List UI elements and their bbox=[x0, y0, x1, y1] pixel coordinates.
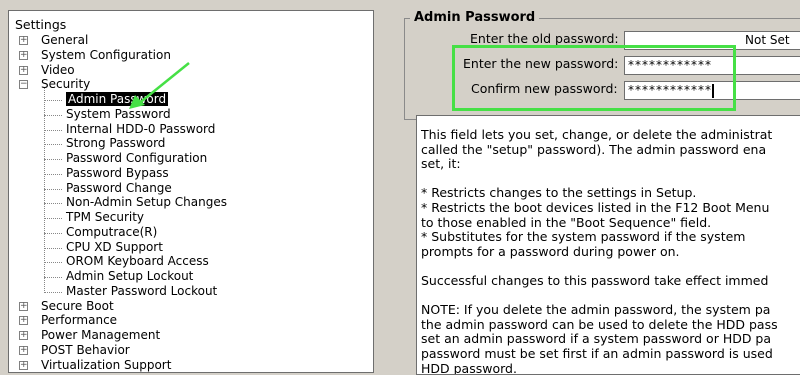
tree-connector bbox=[44, 233, 62, 234]
tree-subitem-label: Password Change bbox=[66, 181, 172, 195]
tree-subitem-label: OROM Keyboard Access bbox=[66, 254, 209, 268]
tree-item-label: System Configuration bbox=[41, 48, 171, 62]
tree-connector bbox=[44, 88, 45, 291]
tree-connector bbox=[44, 262, 62, 263]
tree-subitem[interactable]: Password Change bbox=[66, 181, 172, 196]
tree-connector bbox=[44, 292, 62, 293]
tree-item[interactable]: + Performance bbox=[19, 313, 117, 328]
tree-item-label: Video bbox=[41, 63, 75, 77]
help-text-line: This field lets you set, change, or dele… bbox=[421, 128, 800, 143]
group-title: Admin Password bbox=[410, 10, 539, 25]
expand-icon[interactable]: + bbox=[19, 316, 28, 325]
tree-subitem[interactable]: Computrace(R) bbox=[66, 225, 157, 240]
help-text-line: NOTE: If you delete the admin password, … bbox=[421, 303, 800, 318]
help-text-line: set, it: bbox=[421, 157, 800, 172]
tree-item-label: General bbox=[41, 33, 88, 47]
tree-connector bbox=[44, 189, 62, 190]
expand-icon[interactable]: + bbox=[19, 331, 28, 340]
help-text-line: * Restricts changes to the settings in S… bbox=[421, 186, 800, 201]
old-password-value: Not Set bbox=[745, 32, 790, 49]
help-text-line: password must be set first if an admin p… bbox=[421, 347, 800, 362]
tree-item[interactable]: + POST Behavior bbox=[19, 343, 130, 358]
old-password-label: Enter the old password: bbox=[470, 31, 619, 46]
tree-connector bbox=[44, 144, 62, 145]
tree-item-label: Security bbox=[41, 77, 90, 91]
tree-item-security[interactable]: − Security bbox=[19, 77, 90, 92]
tree-connector bbox=[44, 248, 62, 249]
expand-icon[interactable]: + bbox=[19, 302, 28, 311]
tree-connector bbox=[44, 218, 62, 219]
tree-item[interactable]: + Secure Boot bbox=[19, 299, 114, 314]
tree-connector bbox=[44, 115, 62, 116]
tree-connector bbox=[44, 277, 62, 278]
tree-subitem[interactable]: OROM Keyboard Access bbox=[66, 254, 209, 269]
tree-subitem-label: Password Configuration bbox=[66, 151, 207, 165]
tree-subitem[interactable]: Internal HDD-0 Password bbox=[66, 122, 215, 137]
tree-item-label: Power Management bbox=[41, 328, 160, 342]
tree-subitem-label: Non-Admin Setup Changes bbox=[66, 195, 227, 209]
detail-panel: Admin Password Enter the old password: N… bbox=[380, 0, 800, 371]
tree-subitem-label: TPM Security bbox=[66, 210, 144, 224]
tree-item-label: Secure Boot bbox=[41, 299, 114, 313]
tree-subitem-label: Internal HDD-0 Password bbox=[66, 122, 215, 136]
help-blank-line bbox=[421, 259, 800, 274]
help-text-panel: This field lets you set, change, or dele… bbox=[416, 115, 800, 375]
tree-subitem-label: Admin Setup Lockout bbox=[66, 269, 193, 283]
green-arrow-annotation bbox=[127, 61, 193, 111]
tree-subitem[interactable]: CPU XD Support bbox=[66, 240, 163, 255]
tree-subitem-label: CPU XD Support bbox=[66, 240, 163, 254]
green-highlight-annotation bbox=[452, 45, 736, 111]
tree-item[interactable]: + Video bbox=[19, 63, 75, 78]
tree-item-label: POST Behavior bbox=[41, 343, 130, 357]
help-text-line: called the "setup" password). The admin … bbox=[421, 143, 800, 158]
help-text-line: * Substitutes for the system password if… bbox=[421, 230, 800, 245]
help-blank-line bbox=[421, 289, 800, 304]
tree-subitem[interactable]: Master Password Lockout bbox=[66, 284, 217, 299]
help-text-line: to those enabled in the "Boot Sequence" … bbox=[421, 216, 800, 231]
expand-icon[interactable]: + bbox=[19, 66, 28, 75]
tree-connector bbox=[44, 159, 62, 160]
tree-title: Settings bbox=[15, 17, 66, 32]
tree-subitem[interactable]: Non-Admin Setup Changes bbox=[66, 195, 227, 210]
help-text-line: set an admin password if a system passwo… bbox=[421, 332, 800, 347]
settings-tree: Settings + General + System Configuration + V… bbox=[8, 10, 374, 373]
tree-item-label: Virtualization Support bbox=[41, 358, 171, 372]
help-text-line: prompts for a password during power on. bbox=[421, 245, 800, 260]
tree-item[interactable]: + Power Management bbox=[19, 328, 160, 343]
tree-subitem-label: Password Bypass bbox=[66, 166, 169, 180]
tree-item[interactable]: + Virtualization Support bbox=[19, 358, 171, 373]
expand-icon[interactable]: + bbox=[19, 36, 28, 45]
help-text-line: HDD password. bbox=[421, 362, 800, 375]
tree-subitem[interactable]: Admin Setup Lockout bbox=[66, 269, 193, 284]
expand-icon[interactable]: + bbox=[19, 51, 28, 60]
tree-connector bbox=[44, 100, 62, 101]
tree-subitem[interactable]: Strong Password bbox=[66, 136, 165, 151]
tree-subitem[interactable]: Password Bypass bbox=[66, 166, 169, 181]
tree-item[interactable]: + General bbox=[19, 33, 88, 48]
collapse-icon[interactable]: − bbox=[19, 80, 28, 89]
tree-connector bbox=[44, 203, 62, 204]
tree-subitem[interactable]: Password Configuration bbox=[66, 151, 207, 166]
help-text-line: the admin password can be used to delete… bbox=[421, 318, 800, 333]
tree-subitem-label: Computrace(R) bbox=[66, 225, 157, 239]
help-text-line: * Restricts the boot devices listed in t… bbox=[421, 201, 800, 216]
expand-icon[interactable]: + bbox=[19, 346, 28, 355]
help-text-line: Successful changes to this password take… bbox=[421, 274, 800, 289]
tree-subitem-label: Master Password Lockout bbox=[66, 284, 217, 298]
tree-connector bbox=[44, 130, 62, 131]
tree-subitem-label: Strong Password bbox=[66, 136, 165, 150]
expand-icon[interactable]: + bbox=[19, 361, 28, 370]
tree-connector bbox=[44, 174, 62, 175]
help-blank-line bbox=[421, 172, 800, 187]
tree-item-label: Performance bbox=[41, 313, 117, 327]
tree-subitem[interactable]: TPM Security bbox=[66, 210, 144, 225]
